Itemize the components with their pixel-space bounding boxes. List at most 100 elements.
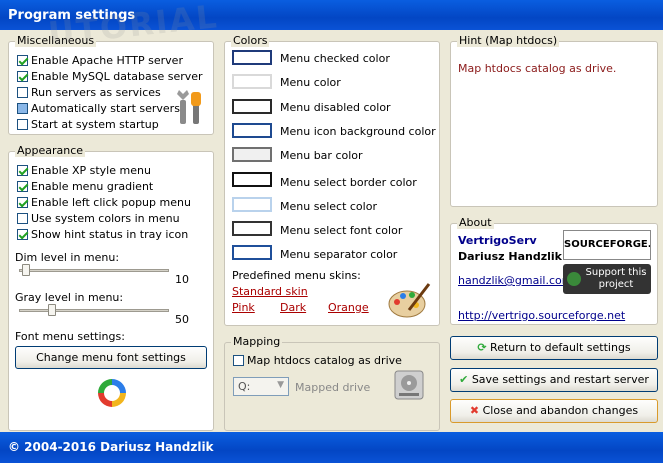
email-link[interactable]: handzlik@gmail.com <box>458 273 572 288</box>
cb-label: Start at system startup <box>31 118 159 131</box>
cb-label: Use system colors in menu <box>31 212 180 225</box>
appearance-panel: Appearance Enable XP style menu Enable m… <box>8 144 214 431</box>
about-panel: About VertrigoServ Dariusz Handzlik hand… <box>450 216 658 325</box>
coin-icon <box>567 272 581 286</box>
color-label-disabled: Menu disabled color <box>280 101 391 114</box>
cb-label: Run servers as services <box>31 86 161 99</box>
swatch-select[interactable] <box>232 197 272 212</box>
skin-dark-link[interactable]: Dark <box>280 300 306 315</box>
color-label-checked: Menu checked color <box>280 52 390 65</box>
hint-title: Hint (Map htdocs) <box>457 34 560 47</box>
swatch-menu[interactable] <box>232 74 272 89</box>
color-label-select-font: Menu select font color <box>280 224 403 237</box>
checkbox-icon <box>17 87 28 98</box>
checkbox-icon <box>17 181 28 192</box>
mapped-drive-label: Mapped drive <box>295 381 371 394</box>
gray-slider[interactable] <box>19 304 169 316</box>
author-name: Dariusz Handzlik <box>458 250 562 263</box>
swatch-separator[interactable] <box>232 245 272 260</box>
close-abandon-button[interactable]: ✖ Close and abandon changes <box>450 399 658 423</box>
cb-apache[interactable]: Enable Apache HTTP server <box>17 53 183 68</box>
sourceforge-logo[interactable]: SOURCEFORGE.net <box>563 230 651 260</box>
hard-drive-icon <box>394 370 424 400</box>
checkbox-icon <box>17 55 28 66</box>
cb-mysql[interactable]: Enable MySQL database server <box>17 69 203 84</box>
skin-orange-link[interactable]: Orange <box>328 300 369 315</box>
gray-label: Gray level in menu: <box>15 291 124 304</box>
dim-slider-thumb[interactable] <box>22 264 30 276</box>
cb-label: Enable MySQL database server <box>31 70 203 83</box>
cb-map-drive[interactable]: Map htdocs catalog as drive <box>233 353 402 368</box>
cb-label: Enable XP style menu <box>31 164 151 177</box>
color-label-icon-bg: Menu icon background color <box>280 125 436 138</box>
about-title: About <box>457 216 494 229</box>
mapping-title: Mapping <box>231 335 283 348</box>
save-restart-button[interactable]: ✔ Save settings and restart server <box>450 368 658 392</box>
color-label-select: Menu select color <box>280 200 377 213</box>
support-label: Support this project <box>585 267 647 290</box>
checkbox-icon <box>17 119 28 130</box>
hint-panel: Hint (Map htdocs) Map htdocs catalog as … <box>450 34 658 207</box>
cb-label: Enable left click popup menu <box>31 196 191 209</box>
change-font-button[interactable]: Change menu font settings <box>15 346 207 369</box>
cb-autostart[interactable]: Automatically start servers <box>17 101 180 116</box>
return-defaults-button[interactable]: ⟳ Return to default settings <box>450 336 658 360</box>
footer-bar: © 2004-2016 Dariusz Handzlik <box>0 432 663 463</box>
color-label-menu: Menu color <box>280 76 341 89</box>
cb-gradient[interactable]: Enable menu gradient <box>17 179 153 194</box>
font-label: Font menu settings: <box>15 330 125 343</box>
color-label-select-border: Menu select border color <box>280 176 417 189</box>
cb-services[interactable]: Run servers as services <box>17 85 161 100</box>
checkbox-icon <box>17 197 28 208</box>
client-area: Miscellaneous Enable Apache HTTP server … <box>0 0 663 432</box>
colors-title: Colors <box>231 34 270 47</box>
swatch-bar[interactable] <box>232 147 272 162</box>
save-restart-label: Save settings and restart server <box>471 373 649 386</box>
swatch-disabled[interactable] <box>232 99 272 114</box>
support-project-button[interactable]: Support this project <box>563 264 651 294</box>
swatch-checked[interactable] <box>232 50 272 65</box>
cb-startup[interactable]: Start at system startup <box>17 117 159 132</box>
gray-slider-thumb[interactable] <box>48 304 56 316</box>
cb-label: Enable Apache HTTP server <box>31 54 183 67</box>
drive-select-value: Q: <box>238 380 251 393</box>
dim-value: 10 <box>175 273 189 286</box>
dim-label: Dim level in menu: <box>15 251 120 264</box>
cb-label: Map htdocs catalog as drive <box>247 354 402 367</box>
checkbox-icon <box>17 71 28 82</box>
mapping-panel: Mapping Map htdocs catalog as drive Q: ▼… <box>224 335 440 431</box>
copyright-text: © 2004-2016 Dariusz Handzlik <box>8 440 214 454</box>
misc-panel: Miscellaneous Enable Apache HTTP server … <box>8 34 214 135</box>
refresh-icon <box>98 379 126 407</box>
chevron-down-icon: ▼ <box>277 380 284 390</box>
skin-standard-link[interactable]: Standard skin <box>232 284 308 299</box>
return-defaults-label: Return to default settings <box>490 341 631 354</box>
appearance-title: Appearance <box>15 144 86 157</box>
close-icon: ✖ <box>469 404 480 417</box>
colors-panel: Colors Menu checked color Menu color Men… <box>224 34 440 326</box>
cb-left-click[interactable]: Enable left click popup menu <box>17 195 191 210</box>
checkmark-icon: ✔ <box>459 373 469 386</box>
cb-xp-style[interactable]: Enable XP style menu <box>17 163 151 178</box>
website-link[interactable]: http://vertrigo.sourceforge.net <box>458 308 625 323</box>
skin-pink-link[interactable]: Pink <box>232 300 255 315</box>
gray-value: 50 <box>175 313 189 326</box>
dim-slider[interactable] <box>19 264 169 276</box>
drive-select[interactable]: Q: ▼ <box>233 377 289 396</box>
palette-icon <box>388 283 431 318</box>
cb-system-colors[interactable]: Use system colors in menu <box>17 211 180 226</box>
cb-hint-status[interactable]: Show hint status in tray icon <box>17 227 188 242</box>
close-abandon-label: Close and abandon changes <box>482 404 639 417</box>
checkbox-icon <box>17 213 28 224</box>
color-label-separator: Menu separator color <box>280 248 398 261</box>
swatch-icon-bg[interactable] <box>232 123 272 138</box>
cb-label: Automatically start servers <box>31 102 180 115</box>
hint-text: Map htdocs catalog as drive. <box>458 62 617 75</box>
cb-label: Enable menu gradient <box>31 180 154 193</box>
swatch-select-border[interactable] <box>232 172 272 187</box>
swatch-select-font[interactable] <box>232 221 272 236</box>
checkbox-icon <box>233 355 244 366</box>
product-name: VertrigoServ <box>458 234 537 247</box>
skins-label: Predefined menu skins: <box>232 269 361 282</box>
refresh-arrows-icon: ⟳ <box>477 341 487 354</box>
